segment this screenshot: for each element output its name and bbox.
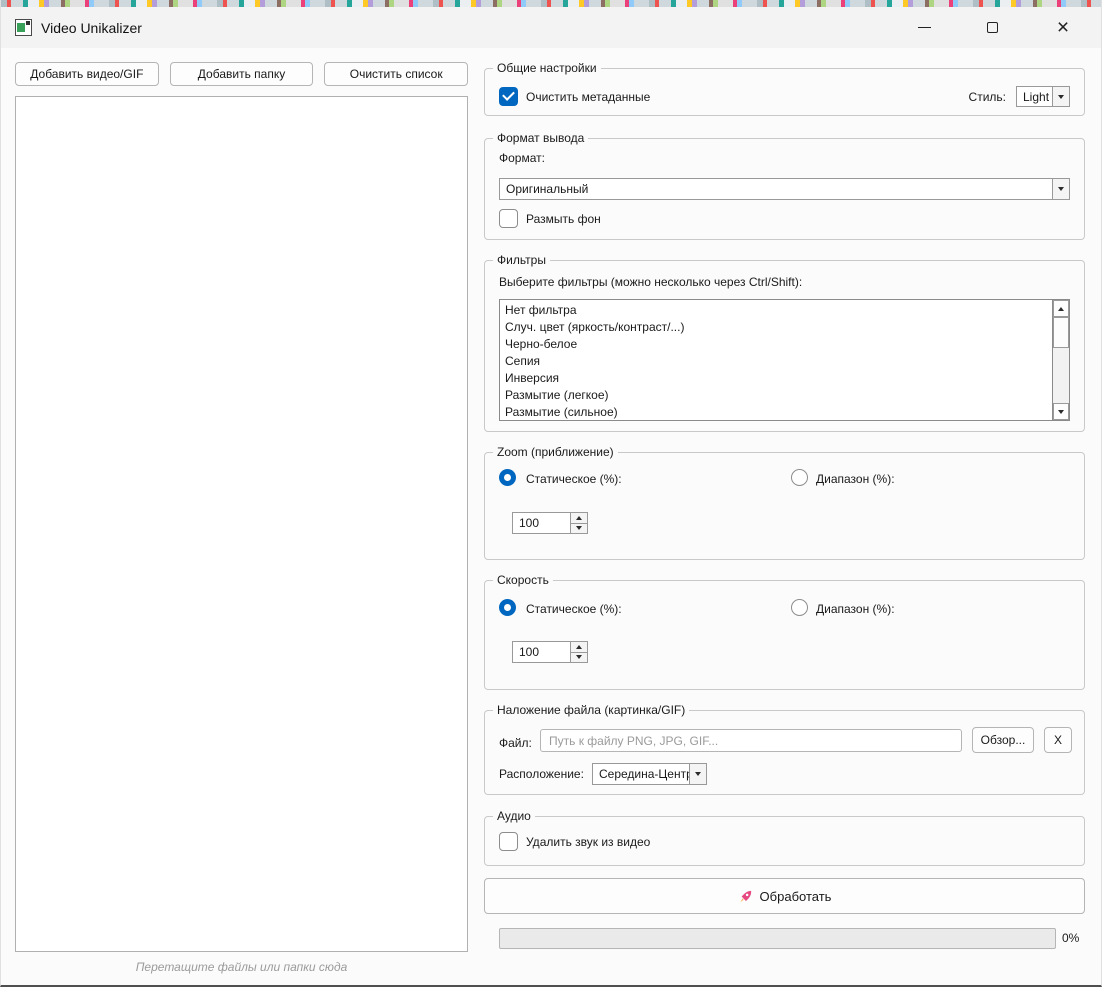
group-audio-legend: Аудио — [493, 809, 535, 823]
remove-audio-label: Удалить звук из видео — [526, 835, 650, 849]
chevron-down-icon — [695, 772, 701, 776]
speed-value-spinbox[interactable]: 100 — [512, 641, 588, 663]
arrow-up-icon — [1058, 307, 1064, 311]
arrow-up-icon — [576, 516, 582, 520]
scrollbar-thumb[interactable] — [1053, 317, 1069, 348]
speed-range-label: Диапазон (%): — [816, 602, 895, 616]
file-list-area[interactable] — [15, 96, 468, 952]
zoom-range-radio[interactable] — [791, 469, 808, 486]
blur-background-checkbox[interactable] — [499, 209, 518, 228]
format-label: Формат: — [499, 151, 545, 165]
group-zoom-legend: Zoom (приближение) — [493, 445, 618, 459]
minimize-icon — [918, 27, 931, 28]
style-select-arrow-button[interactable] — [1052, 87, 1069, 106]
process-button[interactable]: Обработать — [484, 878, 1085, 914]
zoom-value[interactable]: 100 — [512, 512, 571, 534]
chevron-down-icon — [1058, 187, 1064, 191]
spin-down-button[interactable] — [571, 653, 587, 663]
zoom-static-radio[interactable] — [499, 469, 516, 486]
clean-metadata-label: Очистить метаданные — [526, 90, 650, 104]
format-select[interactable]: Оригинальный — [499, 178, 1070, 200]
app-icon — [15, 19, 32, 36]
add-video-button[interactable]: Добавить видео/GIF — [15, 62, 159, 86]
filters-hint: Выберите фильтры (можно несколько через … — [499, 275, 802, 289]
group-output-format: Формат вывода Формат: Оригинальный Размы… — [484, 138, 1085, 240]
arrow-down-icon — [1058, 410, 1064, 414]
overlay-position-label: Расположение: — [499, 767, 584, 781]
spin-up-button[interactable] — [571, 513, 587, 524]
zoom-static-label: Статическое (%): — [526, 472, 622, 486]
group-speed-legend: Скорость — [493, 573, 553, 587]
app-window: Video Unikalizer × Добавить видео/GIF До… — [0, 0, 1102, 987]
style-select-value: Light — [1017, 87, 1052, 106]
add-folder-button[interactable]: Добавить папку — [170, 62, 314, 86]
spin-buttons — [571, 641, 588, 663]
filter-option[interactable]: Случ. цвет (яркость/контраст/...) — [505, 319, 1052, 336]
speed-static-label: Статическое (%): — [526, 602, 622, 616]
filter-option[interactable]: Нет фильтра — [505, 302, 1052, 319]
desktop-wallpaper-strip — [1, 0, 1101, 7]
titlebar[interactable]: Video Unikalizer × — [1, 7, 1101, 48]
group-zoom: Zoom (приближение) Статическое (%): Диап… — [484, 452, 1085, 560]
style-label: Стиль: — [969, 90, 1006, 104]
process-button-label: Обработать — [760, 889, 832, 904]
blur-background-label: Размыть фон — [526, 212, 601, 226]
zoom-value-spinbox[interactable]: 100 — [512, 512, 588, 534]
spin-buttons — [571, 512, 588, 534]
arrow-down-icon — [576, 526, 582, 530]
filters-listbox[interactable]: Нет фильтра Случ. цвет (яркость/контраст… — [499, 299, 1070, 421]
group-overlay: Наложение файла (картинка/GIF) Файл: Обз… — [484, 710, 1085, 795]
arrow-up-icon — [576, 645, 582, 649]
window-title: Video Unikalizer — [41, 20, 142, 36]
group-general-legend: Общие настройки — [493, 61, 601, 75]
style-select[interactable]: Light — [1016, 86, 1070, 107]
filter-option[interactable]: Сепия — [505, 353, 1052, 370]
maximize-icon — [987, 22, 998, 33]
overlay-position-arrow-button[interactable] — [689, 764, 706, 784]
group-filters: Фильтры Выберите фильтры (можно нескольк… — [484, 260, 1085, 432]
group-output-format-legend: Формат вывода — [493, 131, 588, 145]
remove-audio-checkbox[interactable] — [499, 832, 518, 851]
group-general-settings: Общие настройки Очистить метаданные Стил… — [484, 68, 1085, 116]
progress-bar — [499, 928, 1056, 949]
maximize-button[interactable] — [962, 7, 1022, 48]
overlay-clear-button[interactable]: X — [1044, 727, 1072, 753]
file-toolbar: Добавить видео/GIF Добавить папку Очисти… — [15, 62, 468, 86]
group-audio: Аудио Удалить звук из видео — [484, 816, 1085, 866]
arrow-down-icon — [576, 655, 582, 659]
speed-value[interactable]: 100 — [512, 641, 571, 663]
filter-option[interactable]: Инверсия — [505, 370, 1052, 387]
speed-static-radio[interactable] — [499, 599, 516, 616]
close-icon: × — [1057, 17, 1069, 38]
overlay-file-input[interactable] — [540, 729, 962, 752]
spin-down-button[interactable] — [571, 524, 587, 534]
overlay-position-value: Середина-Центр — [593, 764, 689, 784]
scrollbar-down-button[interactable] — [1053, 403, 1069, 420]
format-select-arrow-button[interactable] — [1052, 179, 1069, 199]
clear-list-button[interactable]: Очистить список — [324, 62, 468, 86]
minimize-button[interactable] — [894, 7, 954, 48]
overlay-file-label: Файл: — [499, 736, 532, 750]
chevron-down-icon — [1058, 95, 1064, 99]
progress-percent: 0% — [1062, 931, 1079, 945]
group-filters-legend: Фильтры — [493, 253, 550, 267]
overlay-browse-button[interactable]: Обзор... — [972, 727, 1034, 753]
filter-option[interactable]: Размытие (легкое) — [505, 387, 1052, 404]
group-speed: Скорость Статическое (%): Диапазон (%): … — [484, 580, 1085, 690]
overlay-position-select[interactable]: Середина-Центр — [592, 763, 707, 785]
drop-hint: Перетащите файлы или папки сюда — [15, 960, 468, 974]
speed-range-radio[interactable] — [791, 599, 808, 616]
filters-items: Нет фильтра Случ. цвет (яркость/контраст… — [500, 300, 1052, 420]
format-select-value: Оригинальный — [500, 179, 1052, 199]
scrollbar-up-button[interactable] — [1053, 300, 1069, 317]
clean-metadata-checkbox[interactable] — [499, 87, 518, 106]
close-button[interactable]: × — [1033, 7, 1093, 48]
group-overlay-legend: Наложение файла (картинка/GIF) — [493, 703, 689, 717]
filters-scrollbar-track[interactable] — [1052, 300, 1069, 420]
filter-option[interactable]: Черно-белое — [505, 336, 1052, 353]
spin-up-button[interactable] — [571, 642, 587, 653]
filter-option[interactable]: Размытие (сильное) — [505, 404, 1052, 420]
rocket-icon — [738, 889, 753, 904]
zoom-range-label: Диапазон (%): — [816, 472, 895, 486]
